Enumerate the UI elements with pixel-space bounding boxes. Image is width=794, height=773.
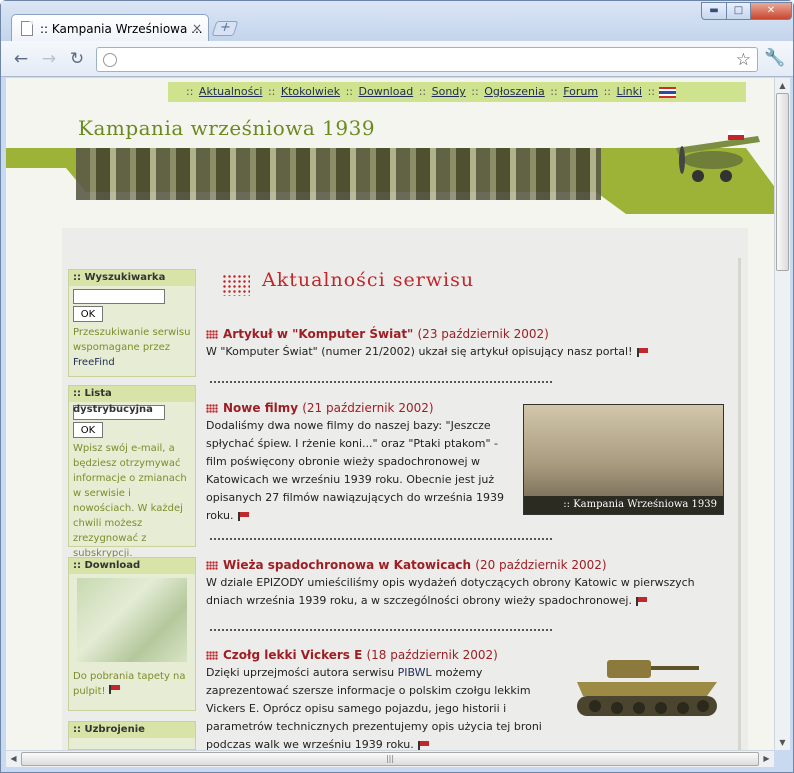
forward-arrow-icon[interactable]: → (38, 48, 60, 70)
search-box-title: :: Wyszukiwarka (69, 270, 195, 286)
browser-window: :: Kampania Wrześniowa ... × + ▬ □ ✕ ← →… (0, 0, 794, 773)
weapons-title: :: Uzbrojenie (69, 722, 195, 738)
news-date: (18 październik 2002) (366, 648, 498, 662)
wallpaper-thumbnail[interactable] (77, 578, 187, 662)
news-body: W dziale EPIZODY umieściliśmy opis wydaż… (206, 576, 695, 607)
bullet-icon (206, 651, 218, 660)
freefind-link[interactable]: FreeFind (73, 357, 115, 368)
browser-toolbar: ← → ↻ ☆ 🔧 (1, 41, 793, 77)
divider (210, 381, 552, 383)
more-arrow-icon[interactable] (108, 685, 120, 694)
menu-forum[interactable]: Forum (563, 85, 598, 98)
news-item: Czołg lekki Vickers E (18 październik 20… (206, 646, 562, 754)
minimize-button[interactable]: ▬ (701, 2, 727, 20)
news-item: Wieża spadochronowa w Katowicach (20 paź… (206, 556, 721, 610)
news-date: (20 październik 2002) (475, 558, 607, 572)
tab-title: :: Kampania Wrześniowa ... (40, 22, 203, 36)
news-body: W "Komputer Świat" (numer 21/2002) ukzał… (206, 345, 633, 358)
news-title: Artykuł w "Komputer Świat" (223, 327, 414, 341)
page-icon (21, 21, 33, 36)
globe-icon (103, 53, 117, 67)
more-arrow-icon[interactable] (635, 596, 647, 606)
scroll-right-icon[interactable]: ▶ (759, 751, 774, 767)
bullet-icon (206, 404, 218, 413)
page-title: Aktualności serwisu (262, 269, 475, 291)
weapons-box: :: Uzbrojenie (68, 721, 196, 750)
new-tab-button[interactable]: + (211, 20, 239, 36)
vertical-scroll-thumb[interactable] (776, 93, 789, 271)
more-arrow-icon[interactable] (237, 511, 249, 521)
maximize-button[interactable]: □ (726, 2, 751, 20)
divider (210, 629, 552, 631)
address-bar[interactable]: ☆ (96, 47, 758, 72)
mailing-list-description: Wpisz swój e-mail, a będziesz otrzymywać… (73, 443, 187, 559)
news-body: Dodaliśmy dwa nowe filmy do naszej bazy:… (206, 419, 505, 522)
site-title: Kampania wrześniowa 1939 (78, 116, 376, 140)
reload-icon[interactable]: ↻ (66, 48, 88, 70)
mailing-list-box: :: Lista dystrybucyjna OK Wpisz swój e-m… (68, 385, 196, 559)
back-arrow-icon[interactable]: ← (10, 48, 32, 70)
news-date: (23 październik 2002) (417, 327, 549, 341)
browser-tab[interactable]: :: Kampania Wrześniowa ... × (11, 14, 209, 42)
pibwl-link[interactable]: PIBWL (398, 666, 432, 679)
menu-ogloszenia[interactable]: Ogłoszenia (484, 85, 545, 98)
news-item: Nowe filmy (21 październik 2002) Dodaliś… (206, 399, 518, 525)
menu-linki[interactable]: Linki (616, 85, 642, 98)
tab-close-icon[interactable]: × (192, 21, 202, 35)
dots-icon (222, 274, 250, 296)
email-ok-button[interactable]: OK (73, 422, 103, 438)
menu-aktualnosci[interactable]: Aktualności (199, 85, 263, 98)
scroll-down-icon[interactable]: ▼ (775, 735, 790, 750)
download-description: Do pobrania tapety na pulpit! (73, 671, 186, 697)
bullet-icon (206, 330, 218, 339)
more-arrow-icon[interactable] (417, 740, 429, 750)
airplane-icon (676, 130, 760, 182)
bullet-icon (206, 561, 218, 570)
title-bar: :: Kampania Wrześniowa ... × + ▬ □ ✕ (1, 1, 793, 42)
header-banner (6, 130, 774, 216)
scroll-left-icon[interactable]: ◀ (6, 751, 21, 767)
horizontal-scroll-thumb[interactable]: ||| (21, 752, 759, 766)
news-title: Czołg lekki Vickers E (223, 648, 363, 662)
news-item: Artykuł w "Komputer Świat" (23 październ… (206, 325, 721, 361)
mailing-list-title: :: Lista dystrybucyjna (69, 386, 195, 415)
vertical-scrollbar[interactable]: ▲ ▼ (774, 78, 790, 750)
bookmark-star-icon[interactable]: ☆ (736, 50, 751, 70)
tank-image[interactable] (567, 652, 725, 724)
search-input[interactable] (73, 289, 165, 304)
english-flag-icon[interactable] (658, 86, 676, 98)
news-title: Nowe filmy (223, 401, 299, 415)
news-date: (21 październik 2002) (302, 401, 434, 415)
content-border (738, 258, 741, 750)
news-image-tanks[interactable]: :: Kampania Wrześniowa 1939 (523, 404, 724, 515)
download-box: :: Download Do pobrania tapety na pulpit… (68, 557, 196, 711)
search-ok-button[interactable]: OK (73, 306, 103, 322)
search-box: :: Wyszukiwarka OK Przeszukiwanie serwis… (68, 269, 196, 377)
menu-sondy[interactable]: Sondy (432, 85, 466, 98)
close-window-button[interactable]: ✕ (750, 2, 792, 20)
horizontal-scrollbar[interactable]: ◀ ||| ▶ (6, 750, 774, 767)
divider (210, 538, 552, 540)
banner-photo-strip (76, 148, 601, 200)
image-caption: :: Kampania Wrześniowa 1939 (524, 496, 723, 514)
menu-ktokolwiek[interactable]: Ktokolwiek (281, 85, 340, 98)
wrench-icon[interactable]: 🔧 (764, 48, 785, 68)
more-arrow-icon[interactable] (636, 347, 648, 357)
menu-download[interactable]: Download (359, 85, 414, 98)
download-title: :: Download (69, 558, 195, 574)
news-body: Dzięki uprzejmości autora serwisu (206, 666, 395, 679)
news-title: Wieża spadochronowa w Katowicach (223, 558, 472, 572)
search-description: Przeszukiwanie serwisu wspomagane przez (73, 327, 191, 353)
scroll-up-icon[interactable]: ▲ (775, 78, 790, 93)
top-menu: :: Aktualności :: Ktokolwiek :: Download… (168, 82, 746, 102)
